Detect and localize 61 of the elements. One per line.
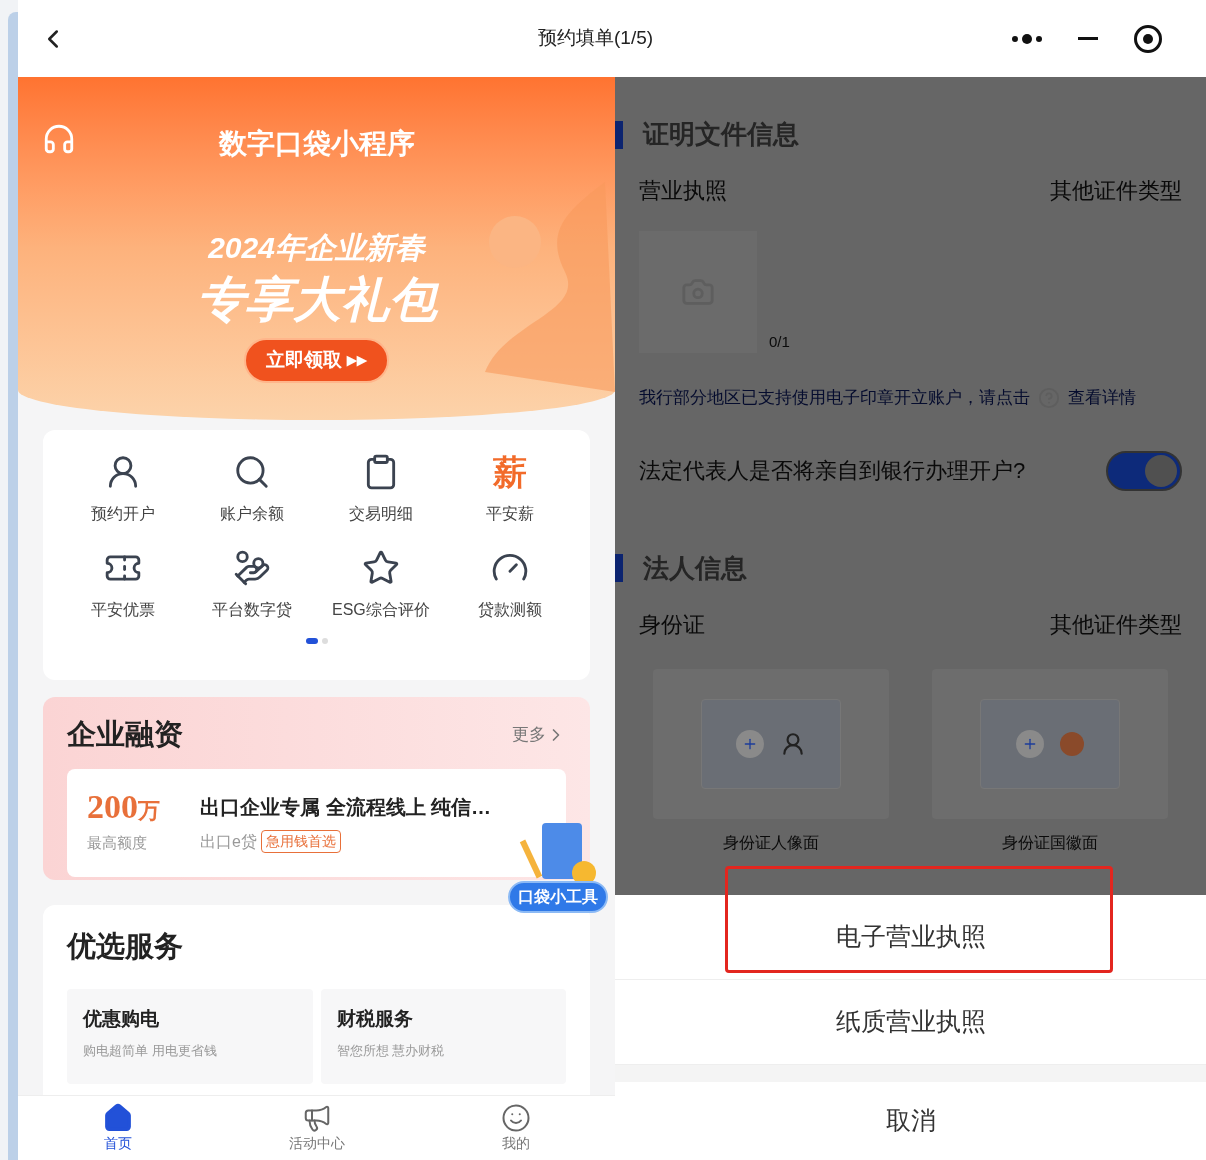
add-icon xyxy=(735,729,764,758)
shortcut-item[interactable]: 平台数字贷 xyxy=(187,542,317,626)
notice-text: 我行部分地区已支持使用电子印章开立账户，请点击 xyxy=(639,387,1030,409)
banner-headline: 2024年企业新春 xyxy=(208,230,425,266)
glyph-icon: 薪 xyxy=(492,455,527,489)
nav-tab[interactable]: 首页 xyxy=(18,1096,217,1160)
upload-label: 身份证人像面 xyxy=(722,832,819,853)
product-name: 出口e贷 xyxy=(200,831,257,852)
nav-tab[interactable]: 我的 xyxy=(416,1096,615,1160)
amount-label: 最高额度 xyxy=(87,833,148,854)
toggle-switch[interactable] xyxy=(1106,450,1182,491)
shortcut-item[interactable]: 预约开户 xyxy=(59,446,188,530)
banner-title: 数字口袋小程序 xyxy=(218,127,415,161)
sheet-option[interactable]: 电子营业执照 xyxy=(615,895,1206,980)
star-icon xyxy=(361,549,400,587)
id-card-upload[interactable] xyxy=(932,668,1169,819)
shortcut-item[interactable]: 账户余额 xyxy=(187,446,317,530)
banner-slogan: 专享大礼包 xyxy=(196,272,437,328)
shortcut-item[interactable]: ESG综合评价 xyxy=(316,542,446,626)
loan-product-card[interactable]: 200万 最高额度 出口企业专属 全流程线上 纯信… 出口e贷 急用钱首选 xyxy=(67,768,566,877)
section-title: 证明文件信息 xyxy=(643,118,799,151)
hand-coins-icon xyxy=(233,549,272,587)
service-title: 财税服务 xyxy=(336,1006,414,1031)
shortcut-item[interactable]: 薪 平安薪 xyxy=(445,446,574,530)
more-link[interactable]: 更多 xyxy=(512,722,566,748)
shortcut-item[interactable]: 贷款测额 xyxy=(445,542,574,626)
toggle-question: 法定代表人是否将亲自到银行办理开户? xyxy=(639,457,1026,485)
service-card[interactable]: 财税服务 智您所想 慧办财税 xyxy=(320,988,566,1084)
product-tag: 急用钱首选 xyxy=(260,830,341,853)
sheet-option[interactable]: 纸质营业执照 xyxy=(615,980,1206,1065)
loan-amount: 200万 xyxy=(87,790,160,825)
section-title: 企业融资 xyxy=(67,717,183,752)
upload-count: 0/1 xyxy=(769,331,790,352)
add-icon xyxy=(1016,729,1045,758)
more-icon[interactable] xyxy=(1012,33,1042,44)
promo-banner[interactable]: 数字口袋小程序 2024年企业新春 专享大礼包 立即领取 ▸▸ xyxy=(18,77,615,420)
headset-icon[interactable] xyxy=(42,122,76,156)
smile-icon xyxy=(500,1102,531,1133)
document-type: 营业执照 xyxy=(639,177,727,205)
claim-button[interactable]: 立即领取 ▸▸ xyxy=(243,338,390,383)
section-title: 优选服务 xyxy=(67,930,183,962)
cancel-button[interactable]: 取消 xyxy=(615,1082,1206,1160)
section-marker xyxy=(615,120,623,149)
loan-description: 出口企业专属 全流程线上 纯信… xyxy=(200,794,492,820)
service-title: 优惠购电 xyxy=(83,1006,160,1031)
document-type: 身份证 xyxy=(639,610,705,639)
section-title: 法人信息 xyxy=(643,551,747,585)
page-title: 预约填单(1/5) xyxy=(538,26,654,51)
service-subtitle: 购电超简单 用电更省钱 xyxy=(83,1042,218,1060)
other-document-type: 其他证件类型 xyxy=(1050,177,1182,205)
emblem-icon xyxy=(1060,731,1085,756)
upload-label: 身份证国徽面 xyxy=(1002,832,1099,853)
section-marker xyxy=(615,554,623,582)
home-icon xyxy=(102,1102,133,1133)
service-card[interactable]: 优惠购电 购电超简单 用电更省钱 xyxy=(67,988,313,1084)
shortcut-item[interactable]: 交易明细 xyxy=(316,446,446,530)
close-icon[interactable] xyxy=(1134,24,1162,53)
service-subtitle: 智您所想 慧办财税 xyxy=(336,1042,446,1060)
shortcut-item[interactable]: 平安优票 xyxy=(59,542,188,626)
other-document-type: 其他证件类型 xyxy=(1050,610,1182,639)
nav-tab[interactable]: 活动中心 xyxy=(217,1096,416,1160)
